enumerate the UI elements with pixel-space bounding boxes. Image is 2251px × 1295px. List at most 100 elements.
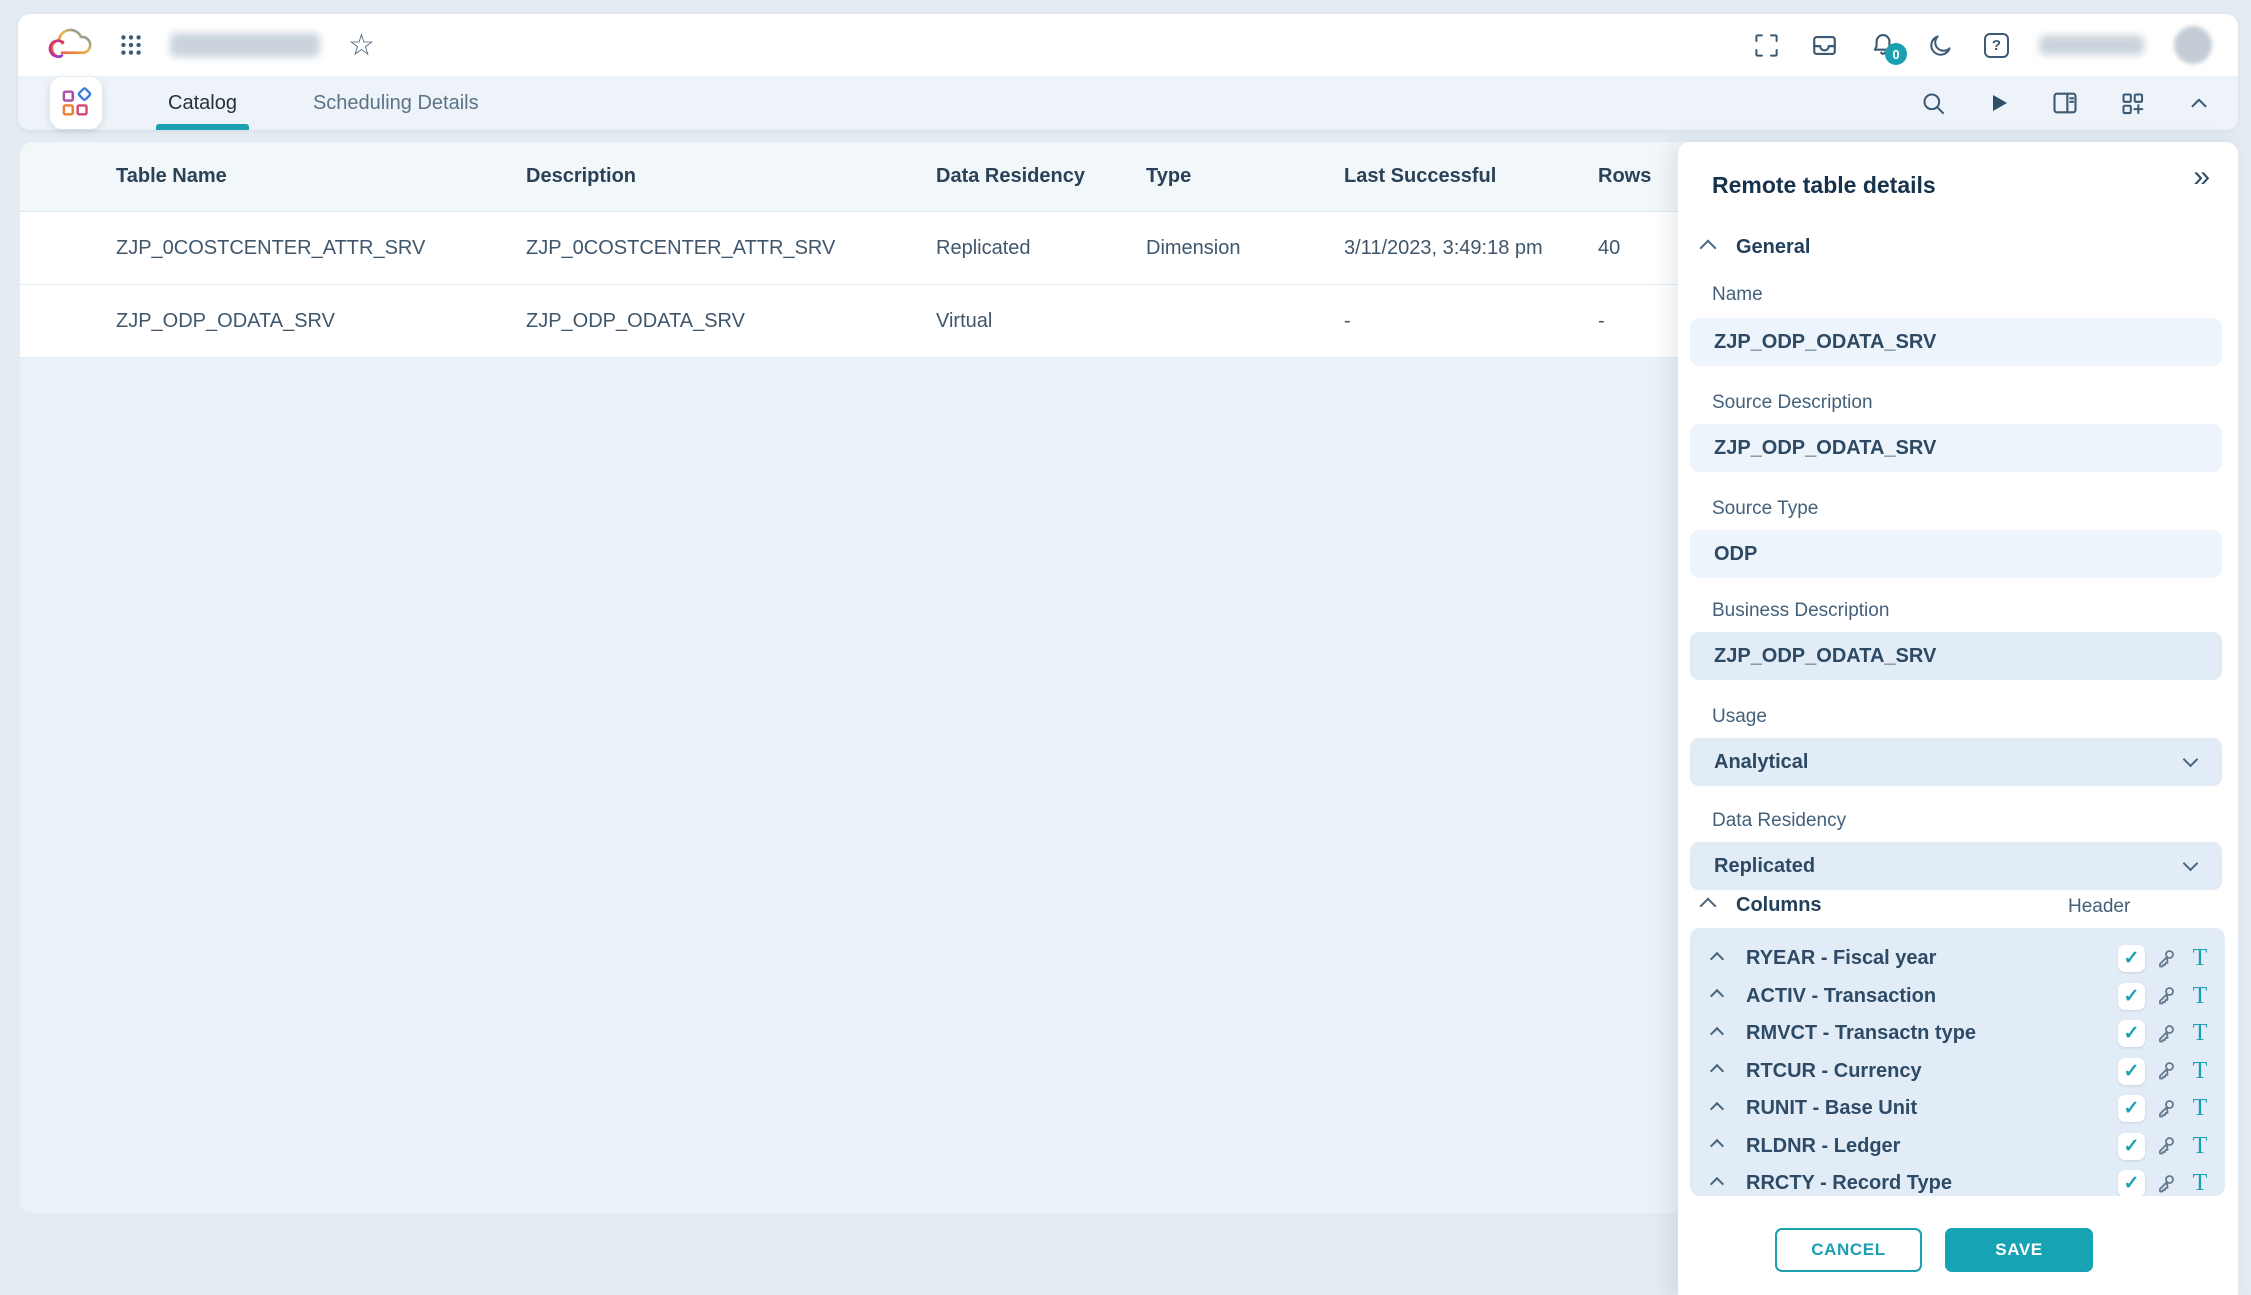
general-section-header[interactable]: General: [1702, 236, 1810, 259]
cell-table-name: ZJP_0COSTCENTER_ATTR_SRV: [116, 237, 526, 260]
column-label: RMVCT - Transactn type: [1746, 1022, 1976, 1045]
fullscreen-icon[interactable]: [1753, 32, 1780, 59]
column-checkbox[interactable]: ✓: [2118, 1133, 2145, 1160]
columns-list: RYEAR - Fiscal year ✓ T ACTIV - Transact…: [1690, 928, 2225, 1196]
column-list-item: ACTIV - Transaction ✓ T: [1690, 978, 2225, 1016]
inbox-icon[interactable]: [1810, 31, 1839, 60]
chevron-down-icon: [2183, 752, 2199, 768]
source-description-label: Source Description: [1712, 392, 1873, 414]
chevron-up-icon: [1700, 897, 1717, 914]
name-label: Name: [1712, 284, 1763, 306]
tab-catalog[interactable]: Catalog: [162, 76, 243, 130]
shell-header-row: ☆ 0: [18, 14, 2238, 76]
cell-type: Dimension: [1146, 237, 1344, 260]
text-type-icon: T: [2189, 1133, 2211, 1160]
key-icon[interactable]: [2155, 984, 2179, 1008]
key-icon[interactable]: [2155, 1172, 2179, 1196]
col-header-table-name: Table Name: [116, 165, 526, 188]
key-icon[interactable]: [2155, 1097, 2179, 1121]
cell-description: ZJP_ODP_ODATA_SRV: [526, 310, 936, 333]
column-list-item: RLDNR - Ledger ✓ T: [1690, 1128, 2225, 1166]
favorite-star-icon[interactable]: ☆: [348, 28, 375, 63]
text-type-icon: T: [2189, 1095, 2211, 1122]
column-label: RLDNR - Ledger: [1746, 1135, 1900, 1158]
column-checkbox[interactable]: ✓: [2118, 1058, 2145, 1085]
column-checkbox[interactable]: ✓: [2118, 1020, 2145, 1047]
tab-scheduling-details[interactable]: Scheduling Details: [307, 76, 485, 130]
general-section-label: General: [1736, 236, 1810, 259]
chevron-up-icon[interactable]: [1710, 952, 1724, 966]
col-header-last-successful: Last Successful: [1344, 165, 1598, 188]
search-icon[interactable]: [1920, 90, 1947, 117]
shell-header: ☆ 0: [18, 14, 2238, 130]
name-field: ZJP_ODP_ODATA_SRV: [1690, 318, 2222, 366]
panel-title: Remote table details: [1712, 172, 1936, 199]
cell-table-name: ZJP_ODP_ODATA_SRV: [116, 310, 526, 333]
usage-value: Analytical: [1714, 751, 1808, 774]
chevron-down-icon: [2183, 856, 2199, 872]
column-checkbox[interactable]: ✓: [2118, 1170, 2145, 1196]
column-checkbox[interactable]: ✓: [2118, 983, 2145, 1010]
collapse-panel-icon[interactable]: »: [2193, 162, 2210, 192]
replication-flow-app-icon[interactable]: [50, 77, 102, 129]
run-play-icon[interactable]: [1987, 91, 2011, 115]
cell-last-successful: 3/11/2023, 3:49:18 pm: [1344, 237, 1598, 260]
app-grid-icon[interactable]: [118, 32, 144, 58]
key-icon[interactable]: [2155, 1059, 2179, 1083]
key-icon[interactable]: [2155, 1134, 2179, 1158]
dark-mode-moon-icon[interactable]: [1927, 32, 1954, 59]
text-type-icon: T: [2189, 1020, 2211, 1047]
user-avatar[interactable]: [2174, 26, 2212, 64]
column-list-item: RUNIT - Base Unit ✓ T: [1690, 1090, 2225, 1128]
business-description-value: ZJP_ODP_ODATA_SRV: [1714, 645, 1936, 668]
collapse-toolbar-chevron-icon[interactable]: [2186, 90, 2212, 116]
column-list-item: RMVCT - Transactn type ✓ T: [1690, 1015, 2225, 1053]
product-logo-icon: [44, 21, 94, 70]
workspace-title-blurred: [170, 33, 320, 57]
source-type-label: Source Type: [1712, 498, 1818, 520]
column-checkbox[interactable]: ✓: [2118, 1095, 2145, 1122]
chevron-up-icon[interactable]: [1710, 989, 1724, 1003]
side-panel-layout-icon[interactable]: [2051, 89, 2079, 117]
cell-data-residency: Replicated: [936, 237, 1146, 260]
column-label: RTCUR - Currency: [1746, 1060, 1922, 1083]
chevron-up-icon[interactable]: [1710, 1027, 1724, 1041]
chevron-up-icon[interactable]: [1710, 1139, 1724, 1153]
data-residency-value: Replicated: [1714, 855, 1815, 878]
key-icon[interactable]: [2155, 1022, 2179, 1046]
cell-description: ZJP_0COSTCENTER_ATTR_SRV: [526, 237, 936, 260]
notifications-bell-icon[interactable]: 0: [1869, 31, 1897, 59]
chevron-up-icon[interactable]: [1710, 1177, 1724, 1191]
name-value: ZJP_ODP_ODATA_SRV: [1714, 331, 1936, 354]
columns-header-column-label: Header: [2068, 896, 2130, 918]
cancel-button[interactable]: CANCEL: [1775, 1228, 1922, 1272]
source-description-value: ZJP_ODP_ODATA_SRV: [1714, 437, 1936, 460]
column-checkbox[interactable]: ✓: [2118, 945, 2145, 972]
source-type-value: ODP: [1714, 543, 1757, 566]
chevron-up-icon[interactable]: [1710, 1102, 1724, 1116]
remote-table-details-panel: Remote table details » General Name ZJP_…: [1678, 142, 2238, 1295]
key-icon[interactable]: [2155, 947, 2179, 971]
cell-last-successful: -: [1344, 310, 1598, 333]
business-description-input[interactable]: ZJP_ODP_ODATA_SRV: [1690, 632, 2222, 680]
column-label: RUNIT - Base Unit: [1746, 1097, 1917, 1120]
usage-select[interactable]: Analytical: [1690, 738, 2222, 786]
usage-label: Usage: [1712, 706, 1767, 728]
columns-section-header[interactable]: Columns: [1702, 894, 1822, 917]
chevron-up-icon: [1700, 239, 1717, 256]
editor-toolbar: Catalog Scheduling Details: [18, 76, 2238, 130]
data-residency-select[interactable]: Replicated: [1690, 842, 2222, 890]
chevron-up-icon[interactable]: [1710, 1064, 1724, 1078]
text-type-icon: T: [2189, 945, 2211, 972]
source-type-field: ODP: [1690, 530, 2222, 578]
help-icon[interactable]: ?: [1984, 33, 2009, 58]
business-description-label: Business Description: [1712, 600, 1889, 622]
add-widget-grid-plus-icon[interactable]: [2119, 90, 2146, 117]
user-name-blurred[interactable]: [2039, 35, 2144, 55]
source-description-field: ZJP_ODP_ODATA_SRV: [1690, 424, 2222, 472]
save-button[interactable]: SAVE: [1945, 1228, 2093, 1272]
cell-data-residency: Virtual: [936, 310, 1146, 333]
notification-count-badge: 0: [1885, 43, 1907, 65]
column-label: RRCTY - Record Type: [1746, 1172, 1952, 1195]
column-list-item: RTCUR - Currency ✓ T: [1690, 1053, 2225, 1091]
